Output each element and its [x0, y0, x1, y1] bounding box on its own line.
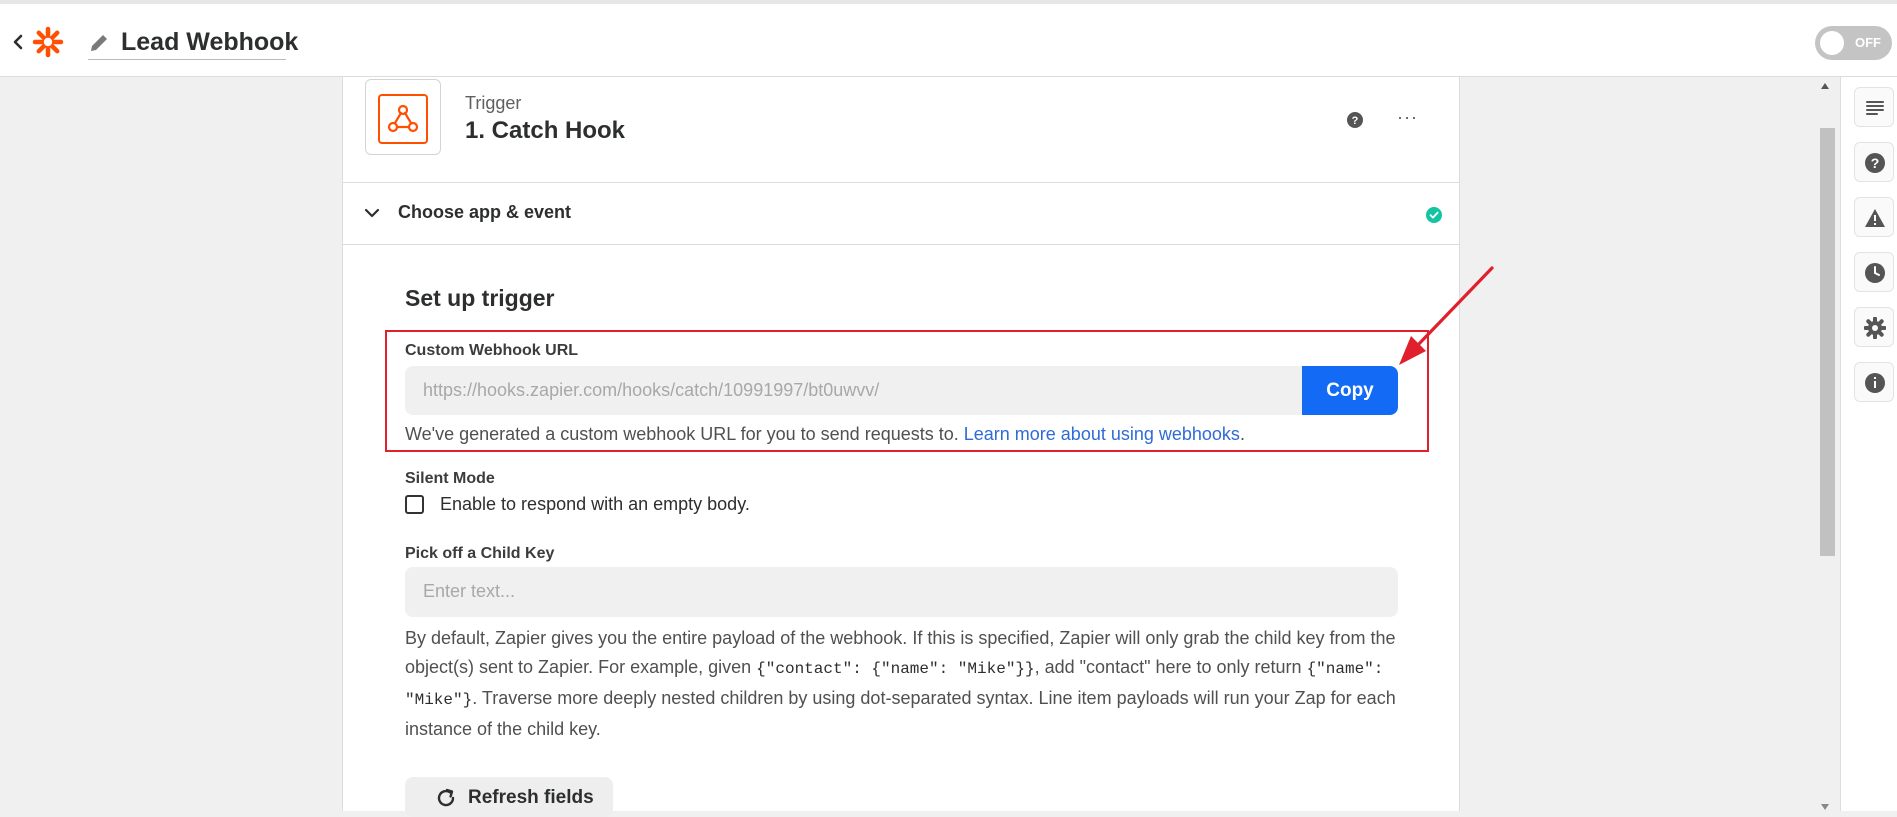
chevron-down-icon [364, 208, 380, 218]
child-key-description: By default, Zapier gives you the entire … [405, 624, 1405, 744]
back-icon[interactable] [10, 32, 26, 52]
copy-button[interactable]: Copy [1302, 366, 1398, 415]
refresh-fields-button[interactable]: Refresh fields [405, 777, 613, 817]
scroll-down-icon[interactable] [1820, 803, 1830, 811]
step-name[interactable]: 1. Catch Hook [465, 117, 625, 145]
help-icon: ? [1865, 153, 1885, 173]
silent-mode-checkbox-label[interactable]: Enable to respond with an empty body. [440, 494, 750, 515]
webhook-help-text: We've generated a custom webhook URL for… [405, 424, 1245, 445]
check-circle-icon [1426, 207, 1442, 223]
step-header: Trigger 1. Catch Hook ? ··· [343, 77, 1459, 183]
child-key-label: Pick off a Child Key [405, 545, 555, 562]
scrollbar-thumb[interactable] [1820, 128, 1835, 556]
section-label: Choose app & event [398, 202, 572, 222]
zap-on-off-toggle[interactable]: OFF [1815, 26, 1892, 60]
toggle-label: OFF [1855, 35, 1881, 50]
desc-part-2: , add "contact" here to only return [1034, 657, 1307, 677]
refresh-icon [437, 788, 455, 807]
svg-text:?: ? [1871, 155, 1880, 171]
webhook-url-field[interactable]: https://hooks.zapier.com/hooks/catch/109… [405, 366, 1302, 415]
silent-mode-label: Silent Mode [405, 470, 495, 487]
code-sample-1: {"contact": {"name": "Mike"}} [756, 660, 1035, 678]
settings-button[interactable] [1854, 307, 1894, 347]
webhook-url-label: Custom Webhook URL [405, 342, 579, 359]
scroll-up-icon[interactable] [1820, 82, 1830, 90]
top-bar: Lead Webhook OFF [0, 0, 1897, 77]
pencil-icon[interactable] [88, 32, 110, 54]
svg-text:?: ? [1352, 115, 1359, 127]
app-icon-box [365, 79, 441, 155]
child-key-input[interactable]: Enter text... [405, 567, 1398, 617]
webhook-icon [378, 94, 428, 144]
settings-icon [1864, 317, 1886, 339]
history-button[interactable] [1854, 252, 1894, 292]
title-underline [88, 59, 286, 60]
info-button[interactable] [1854, 362, 1894, 402]
help-icon[interactable]: ? [1346, 111, 1364, 129]
desc-part-3: . Traverse more deeply nested children b… [405, 688, 1396, 739]
webhook-help-suffix: . [1239, 424, 1245, 444]
alerts-button[interactable] [1854, 197, 1894, 237]
step-editor-card: Trigger 1. Catch Hook ? ··· Choose app &… [342, 77, 1460, 817]
info-icon [1865, 373, 1885, 393]
webhook-help-prefix: We've generated a custom webhook URL for… [405, 424, 964, 444]
details-icon [1866, 101, 1884, 115]
help-rail-button[interactable]: ? [1854, 142, 1894, 182]
zapier-logo-icon[interactable] [32, 26, 64, 58]
alert-icon [1865, 209, 1885, 227]
learn-more-webhooks-link[interactable]: Learn more about using webhooks [964, 424, 1240, 444]
zap-title[interactable]: Lead Webhook [121, 28, 298, 57]
refresh-fields-label: Refresh fields [468, 787, 594, 808]
silent-mode-checkbox[interactable] [405, 495, 424, 514]
setup-trigger-title: Set up trigger [405, 285, 555, 311]
choose-app-event-section[interactable]: Choose app & event [343, 182, 1459, 245]
step-kind-label: Trigger [465, 93, 522, 113]
details-button[interactable] [1854, 87, 1894, 127]
history-icon [1865, 263, 1885, 283]
right-rail: ? [1840, 77, 1897, 811]
more-icon[interactable]: ··· [1397, 108, 1417, 129]
toggle-knob [1820, 31, 1844, 55]
